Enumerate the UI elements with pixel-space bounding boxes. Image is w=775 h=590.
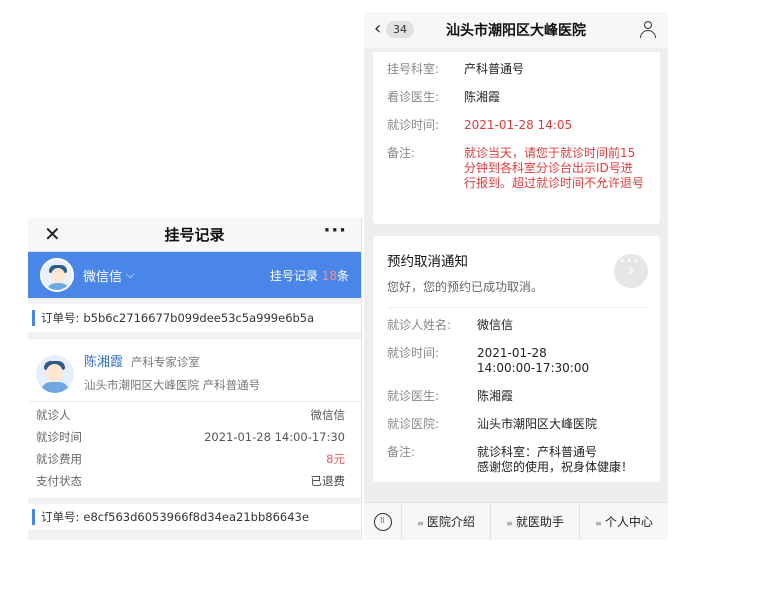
more-dots-icon: ••• [619, 256, 640, 267]
detail-label: 就诊人 [36, 408, 71, 422]
menu-label: 就医助手 [515, 514, 564, 529]
cancellation-notice-card[interactable]: 预约取消通知 您好，您的预约已成功取消。 › ••• 就诊人姓名: 微信信 就诊… [373, 236, 660, 482]
hospital-line: 汕头市潮阳区大峰医院 产科普通号 [84, 378, 261, 392]
detail-label: 支付状态 [36, 474, 82, 488]
order-label: 订单号: [41, 311, 80, 325]
row-value: 陈湘霞 [477, 389, 514, 403]
nav-bar: ‹ 34 汕头市潮阳区大峰医院 [364, 12, 668, 48]
close-icon[interactable]: ✕ [44, 224, 61, 244]
detail-row: 就诊费用 8元 [36, 448, 345, 470]
detail-label: 就诊时间 [36, 430, 82, 444]
divider [387, 307, 646, 308]
row-value: 就诊科室：产科普通号 感谢您的使用，祝身体健康！ [477, 445, 634, 474]
records-count: 18 [321, 268, 337, 283]
message-row: 挂号科室: 产科普通号 [387, 62, 646, 77]
detail-label: 就诊费用 [36, 452, 82, 466]
row-label: 挂号科室: [387, 62, 440, 76]
user-name[interactable]: 微信信 [83, 266, 122, 285]
back-icon[interactable]: ‹ [374, 20, 381, 38]
notice-title: 预约取消通知 [387, 254, 468, 270]
row-value: 2021-01-28 14:05 [464, 118, 573, 132]
keyboard-toggle[interactable]: ⠿ [364, 502, 402, 540]
record-card[interactable]: 陈湘霞 产科专家诊室 汕头市潮阳区大峰医院 产科普通号 就诊人 微信信 就诊时间… [28, 338, 361, 498]
row-value: 陈湘霞 [464, 90, 501, 104]
accent-bar [32, 310, 35, 326]
message-row: 备注: 就诊当天，请您于就诊时间前15分钟到各科室分诊台出示ID号进行报到。超过… [387, 146, 646, 191]
detail-row: 就诊人 微信信 [36, 404, 345, 426]
row-label: 备注: [387, 146, 416, 160]
row-value: 产科普通号 [464, 62, 525, 76]
row-value: 2021-01-28 14:00:00-17:30:00 [477, 346, 590, 375]
row-label: 就诊人姓名: [387, 318, 452, 332]
detail-row: 就诊时间 2021-01-28 14:00-17:30 [36, 426, 345, 448]
message-row: 就诊时间: 2021-01-28 14:05 [387, 118, 646, 133]
page-title: 汕头市潮阳区大峰医院 [446, 23, 586, 39]
row-value: 微信信 [477, 318, 514, 332]
doctor-name: 陈湘霞 [84, 355, 124, 370]
hospital-chat-screen: ‹ 34 汕头市潮阳区大峰医院 挂号科室: 产科普通号 看诊医生: 陈湘霞 就诊… [364, 12, 668, 540]
person-icon[interactable] [640, 21, 656, 39]
row-label: 就诊医院: [387, 417, 440, 431]
doctor-info: 陈湘霞 产科专家诊室 汕头市潮阳区大峰医院 产科普通号 [28, 338, 361, 401]
bottom-menu-bar: ⠿ ≡ 医院介绍 ≡ 就医助手 ≡ 个人中心 [364, 502, 668, 540]
chevron-down-icon[interactable]: ⌵ [126, 268, 134, 282]
records-summary: 挂号记录 18条 [270, 267, 349, 284]
row-value: 汕头市潮阳区大峰医院 [477, 417, 598, 431]
user-header[interactable]: 微信信 ⌵ 挂号记录 18条 [28, 252, 361, 298]
notice-row: 就诊人姓名: 微信信 [387, 318, 646, 333]
fee-value: 8元 [326, 452, 345, 466]
notice-row: 就诊时间: 2021-01-28 14:00:00-17:30:00 [387, 346, 646, 376]
menu-label: 个人中心 [604, 514, 653, 529]
row-label: 就诊医生: [387, 389, 440, 403]
registration-records-screen: ✕ 挂号记录 ··· 微信信 ⌵ 挂号记录 18条 订单号: b5b6c2716… [28, 218, 362, 540]
accent-bar [32, 509, 35, 525]
row-label: 看诊医生: [387, 90, 440, 104]
more-icon[interactable]: ··· [323, 220, 347, 241]
status-badge: 已退费 [310, 474, 346, 488]
doctor-dept: 产科专家诊室 [130, 355, 200, 369]
row-label: 就诊时间: [387, 118, 440, 132]
notice-row: 就诊医院: 汕头市潮阳区大峰医院 [387, 417, 646, 432]
registration-message-card[interactable]: 挂号科室: 产科普通号 看诊医生: 陈湘霞 就诊时间: 2021-01-28 1… [373, 52, 660, 224]
notice-row: 就诊医生: 陈湘霞 [387, 389, 646, 404]
order-number-row: 订单号: b5b6c2716677b099dee53c5a999e6b5a [28, 304, 361, 332]
menu-personal-center[interactable]: ≡ 个人中心 [580, 503, 668, 541]
menu-medical-assistant[interactable]: ≡ 就医助手 [491, 502, 580, 540]
order-label: 订单号: [41, 510, 80, 524]
note-text: 就诊当天，请您于就诊时间前15分钟到各科室分诊台出示ID号进行报到。超过就诊时间… [464, 146, 645, 190]
page-title: 挂号记录 [164, 226, 225, 244]
detail-value: 2021-01-28 14:00-17:30 [204, 430, 345, 444]
records-label: 挂号记录 [269, 268, 318, 283]
notice-row: 备注: 就诊科室：产科普通号 感谢您的使用，祝身体健康！ [387, 445, 646, 475]
avatar [40, 258, 74, 292]
detail-row: 支付状态 已退费 [36, 470, 345, 492]
menu-label: 医院介绍 [426, 514, 475, 529]
row-label: 就诊时间: [387, 346, 440, 360]
doctor-avatar [36, 355, 74, 393]
notice-subtitle: 您好，您的预约已成功取消。 [387, 280, 544, 294]
keyboard-icon[interactable]: ⠿ [373, 512, 392, 531]
record-details: 就诊人 微信信 就诊时间 2021-01-28 14:00-17:30 就诊费用… [28, 401, 361, 498]
row-label: 备注: [387, 445, 416, 459]
nav-bar: ✕ 挂号记录 ··· [28, 218, 361, 252]
order-number-row: 订单号: e8cf563d6053966f8d34ea21bb86643e [28, 504, 361, 530]
detail-value: 微信信 [310, 408, 346, 422]
menu-hospital-intro[interactable]: ≡ 医院介绍 [402, 502, 491, 540]
message-row: 看诊医生: 陈湘霞 [387, 90, 646, 105]
order-value: b5b6c2716677b099dee53c5a999e6b5a [83, 311, 315, 325]
unread-badge[interactable]: 34 [386, 21, 414, 38]
records-unit: 条 [336, 268, 349, 283]
order-value: e8cf563d6053966f8d34ea21bb86643e [83, 510, 309, 524]
